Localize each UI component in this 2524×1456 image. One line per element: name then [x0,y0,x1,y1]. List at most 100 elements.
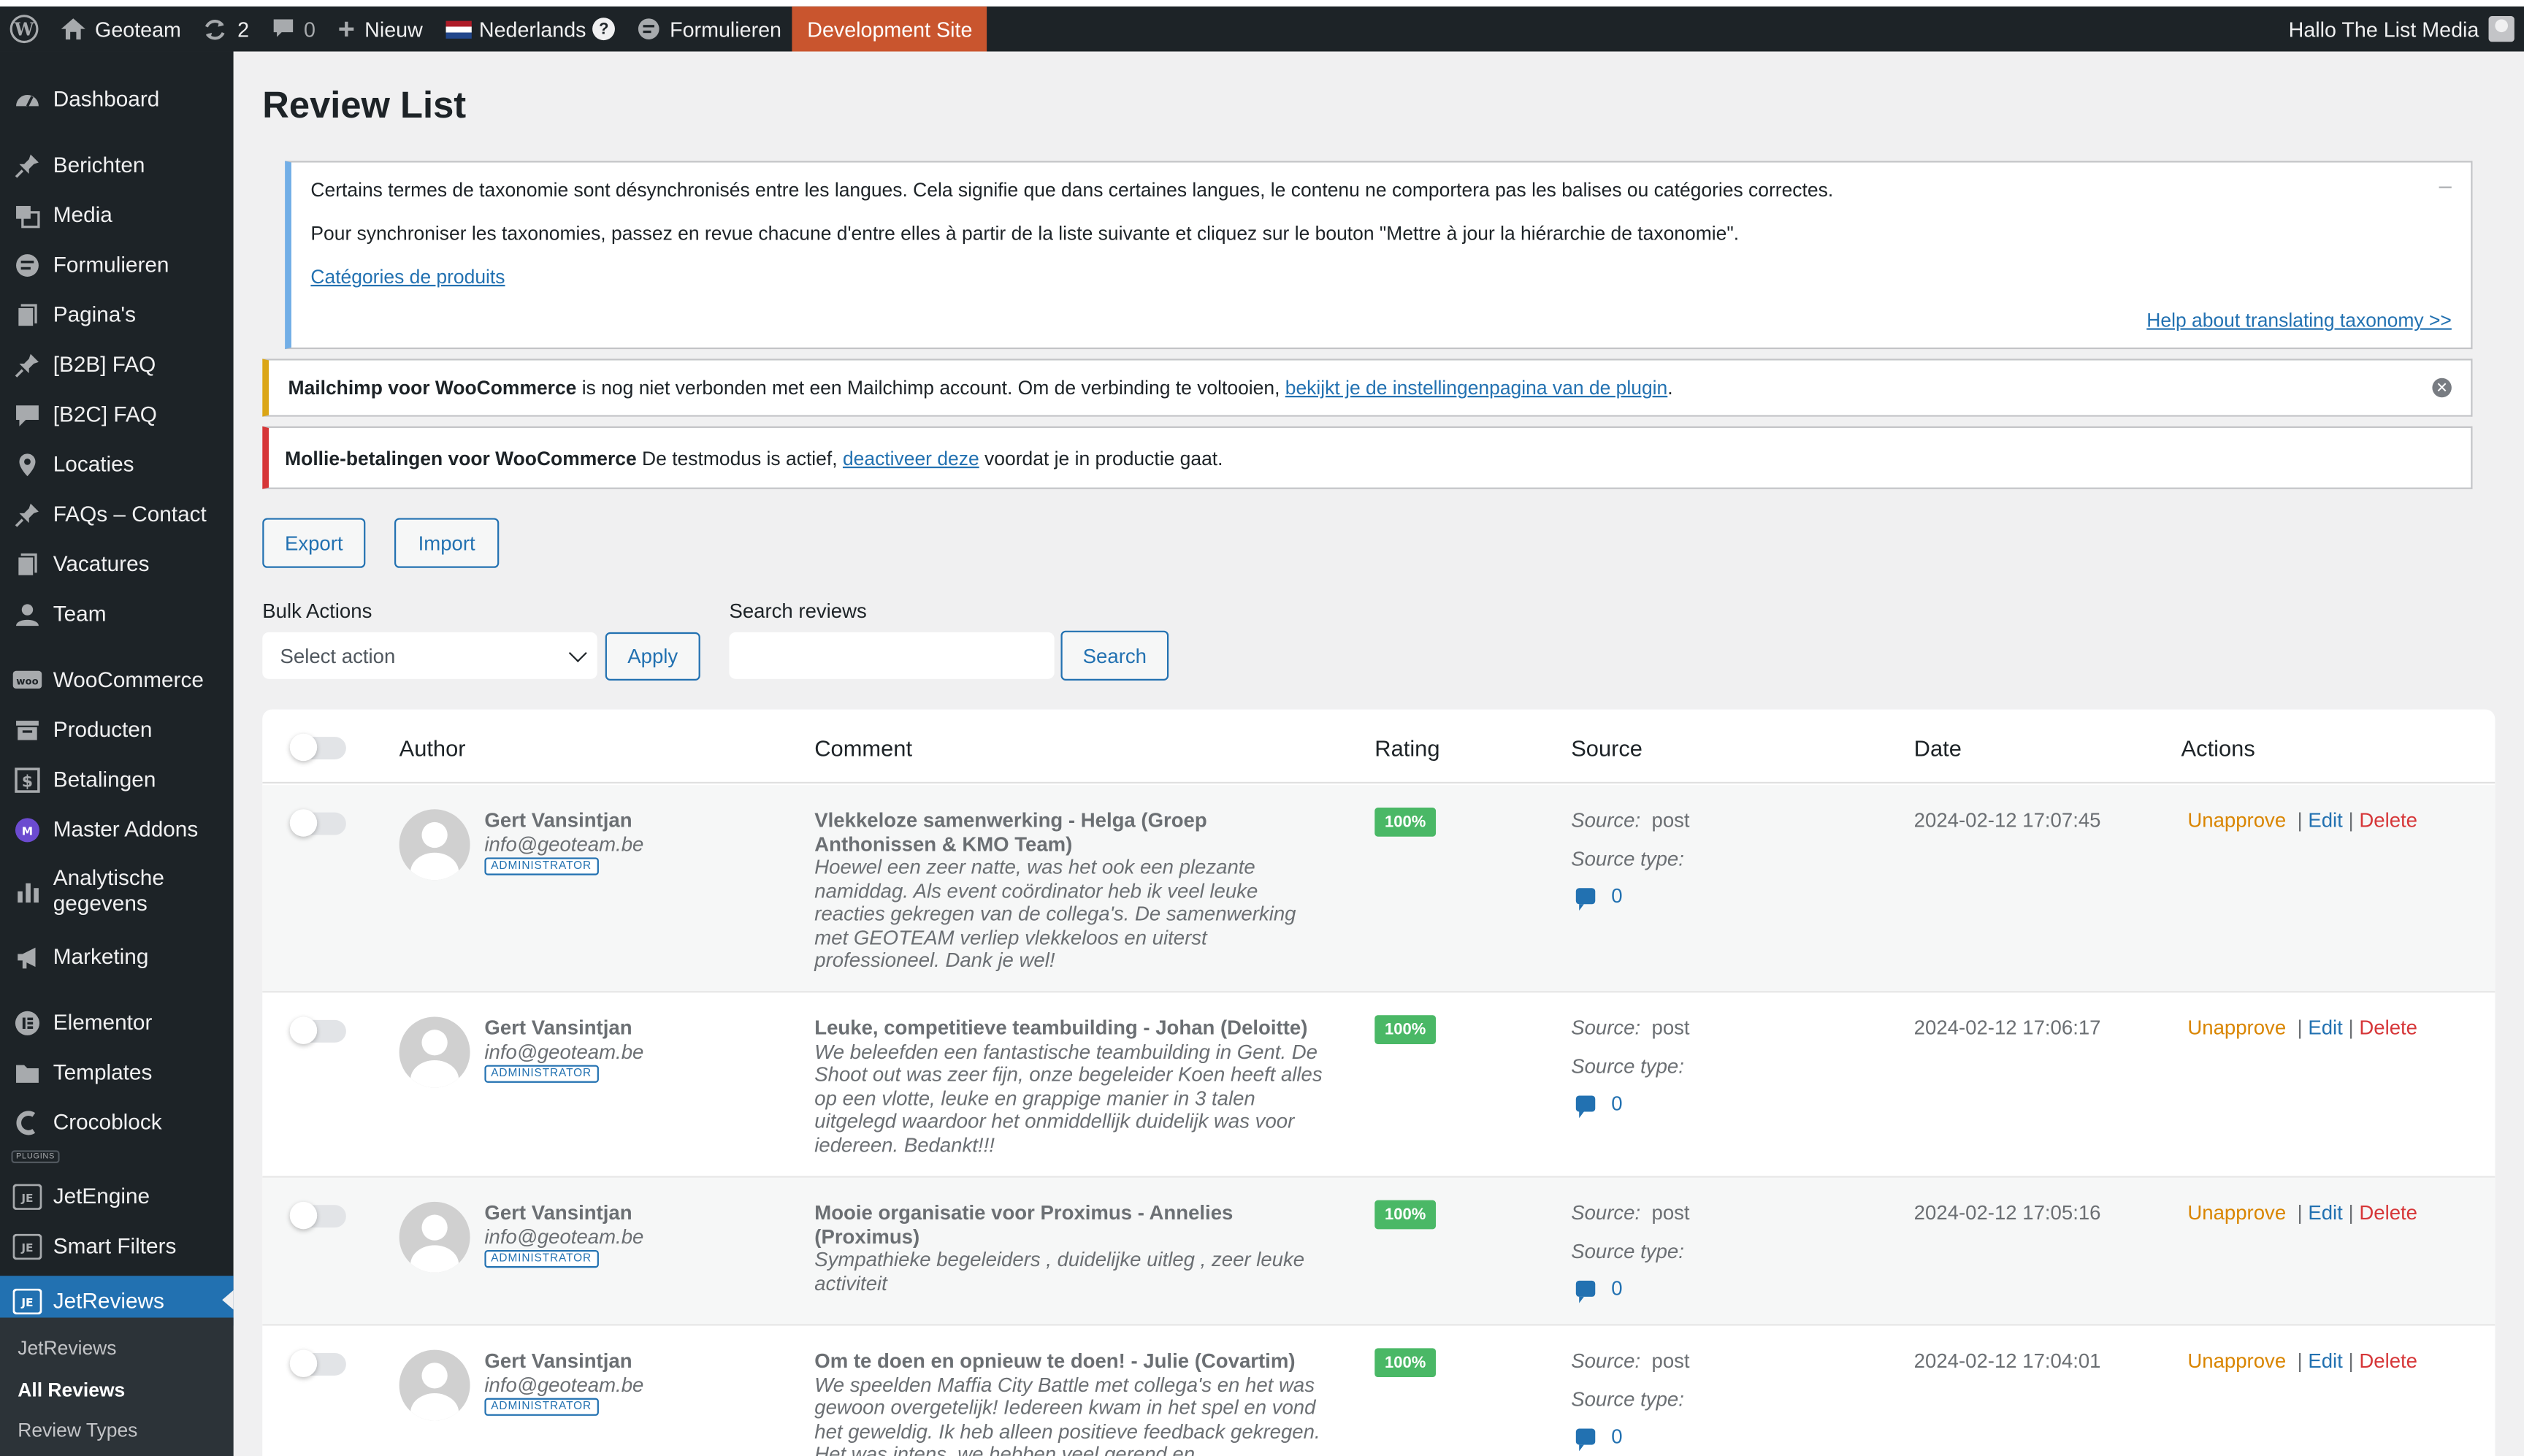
new-content-link[interactable]: + Nieuw [326,7,434,52]
user-icon [13,600,42,629]
product-categories-link[interactable]: Catégories de produits [310,266,505,288]
forms-icon [638,18,660,40]
sidebar-item-betalingen[interactable]: $ Betalingen [0,759,234,801]
comments-count-link[interactable]: 0 [1575,1277,1623,1303]
comments-count-link[interactable]: 0 [1575,885,1623,911]
dismiss-icon[interactable]: ✕ [2432,378,2452,398]
row-select-toggle[interactable] [289,1016,346,1044]
column-rating[interactable]: Rating [1374,735,1439,761]
sidebar-item-label: Betalingen [53,767,156,792]
language-switcher[interactable]: Nederlands ? [434,7,626,52]
sidebar-item-master-addons[interactable]: M Master Addons [0,809,234,851]
delete-link[interactable]: Delete [2359,1350,2417,1373]
help-icon[interactable]: ? [592,18,616,41]
user-avatar-icon [2488,16,2515,42]
unapprove-link[interactable]: Unapprove [2187,1202,2286,1225]
delete-link[interactable]: Delete [2359,1202,2417,1225]
comments-count-link[interactable]: 0 [1575,1425,1623,1452]
sidebar-item-media[interactable]: Media [0,195,234,237]
sidebar-item-formulieren[interactable]: Formulieren [0,245,234,286]
comments-link[interactable]: 0 [260,7,326,52]
action-separator: | [2348,1201,2354,1225]
export-button[interactable]: Export [262,518,366,568]
sidebar-item-label: Team [53,602,107,627]
row-select-toggle[interactable] [289,809,346,837]
sidebar-item-b2b-faq[interactable]: [B2B] FAQ [0,345,234,386]
column-author[interactable]: Author [399,735,466,761]
sidebar-item-label: Analytische gegevens [53,865,164,916]
minimize-icon[interactable]: – [2439,172,2452,198]
sidebar-item-jetengine[interactable]: JE JetEngine [0,1176,234,1218]
delete-link[interactable]: Delete [2359,1016,2417,1039]
submenu-item-review-types[interactable]: Review Types [18,1419,137,1441]
column-comment[interactable]: Comment [814,735,912,761]
author-email: info@geoteam.be [484,1041,644,1064]
sidebar-item-smart-filters[interactable]: JE Smart Filters [0,1226,234,1268]
sidebar-item-elementor[interactable]: Elementor [0,1003,234,1044]
updates-link[interactable]: 2 [192,7,260,52]
edit-link[interactable]: Edit [2308,809,2342,832]
mailchimp-settings-link[interactable]: bekijkt je de instellingenpagina van de … [1285,377,1668,399]
sidebar-item-vacatures[interactable]: Vacatures [0,544,234,586]
edit-link[interactable]: Edit [2308,1202,2342,1225]
unapprove-link[interactable]: Unapprove [2187,1016,2286,1039]
woo-icon: woo [12,666,42,695]
sidebar-item-analytische-gegevens[interactable]: Analytische gegevens [0,859,234,924]
sidebar-item-marketing[interactable]: Marketing [0,936,234,978]
column-actions[interactable]: Actions [2181,735,2255,761]
submenu-item-jetreviews[interactable]: JetReviews [18,1337,116,1360]
column-source[interactable]: Source [1571,735,1642,761]
source-line: Source: post [1571,1016,1689,1039]
sidebar-item-crocoblock[interactable]: Crocoblock [0,1102,234,1143]
source-prefix: Source: [1571,1349,1641,1373]
author-name: Gert Vansintjan [484,809,632,832]
forms-link[interactable]: Formulieren [627,7,793,52]
sidebar-item-dashboard[interactable]: Dashboard [0,79,234,120]
sidebar-item-berichten[interactable]: Berichten [0,145,234,186]
sidebar-item-faqs-contact[interactable]: FAQs – Contact [0,494,234,535]
author-name: Gert Vansintjan [484,1201,632,1225]
sidebar-item-locaties[interactable]: Locaties [0,444,234,486]
unapprove-link[interactable]: Unapprove [2187,1350,2286,1373]
row-select-toggle[interactable] [289,1349,346,1378]
master-addons-icon: M [13,816,42,845]
edit-link[interactable]: Edit [2308,1016,2342,1039]
sidebar-item-templates[interactable]: Templates [0,1052,234,1094]
review-date: 2024-02-12 17:05:16 [1913,1201,2101,1225]
search-input[interactable] [729,632,1055,679]
row-select-toggle[interactable] [289,1201,346,1230]
sidebar-item-b2c-faq[interactable]: [B2C] FAQ [0,394,234,436]
sidebar-item-producten[interactable]: Producten [0,710,234,751]
taxonomy-notice-line2: Pour synchroniser les taxonomies, passez… [310,222,1740,245]
site-name-link[interactable]: Geoteam [50,7,192,52]
sidebar-item-label: Producten [53,717,153,742]
development-site-badge[interactable]: Development Site [792,6,987,52]
delete-link[interactable]: Delete [2359,809,2417,832]
author-role-badge: ADMINISTRATOR [484,1249,598,1268]
site-name: Geoteam [95,17,181,42]
column-date[interactable]: Date [1914,735,1962,761]
review-text: Sympathieke begeleiders , duidelijke uit… [814,1248,1305,1295]
comments-count-link[interactable]: 0 [1575,1092,1623,1119]
search-button[interactable]: Search [1060,630,1169,681]
import-button[interactable]: Import [394,518,500,568]
sidebar-item-woocommerce[interactable]: woo WooCommerce [0,659,234,701]
bulk-action-select[interactable]: Select action [262,632,597,679]
sidebar-item-label: FAQs – Contact [53,502,207,526]
admin-sidebar: Dashboard Berichten Media Formulieren Pagina… [0,51,234,1456]
sidebar-item-label: JetReviews [53,1287,164,1312]
apply-button[interactable]: Apply [605,632,700,681]
unapprove-link[interactable]: Unapprove [2187,809,2286,832]
sidebar-item-team[interactable]: Team [0,594,234,635]
submenu-item-all-reviews[interactable]: All Reviews [18,1379,125,1401]
comment-bubble-icon [1575,1428,1596,1452]
mollie-deactivate-link[interactable]: deactiveer deze [843,448,979,470]
sidebar-item-pagina-s[interactable]: Pagina's [0,294,234,336]
source-value: post [1651,1349,1690,1373]
wordpress-logo-icon[interactable]: W [0,7,50,52]
edit-link[interactable]: Edit [2308,1350,2342,1373]
comment-icon [272,18,294,40]
account-menu[interactable]: Hallo The List Media [2289,16,2524,42]
select-all-toggle[interactable] [289,733,346,762]
help-translating-taxonomy-link[interactable]: Help about translating taxonomy >> [2146,309,2452,332]
